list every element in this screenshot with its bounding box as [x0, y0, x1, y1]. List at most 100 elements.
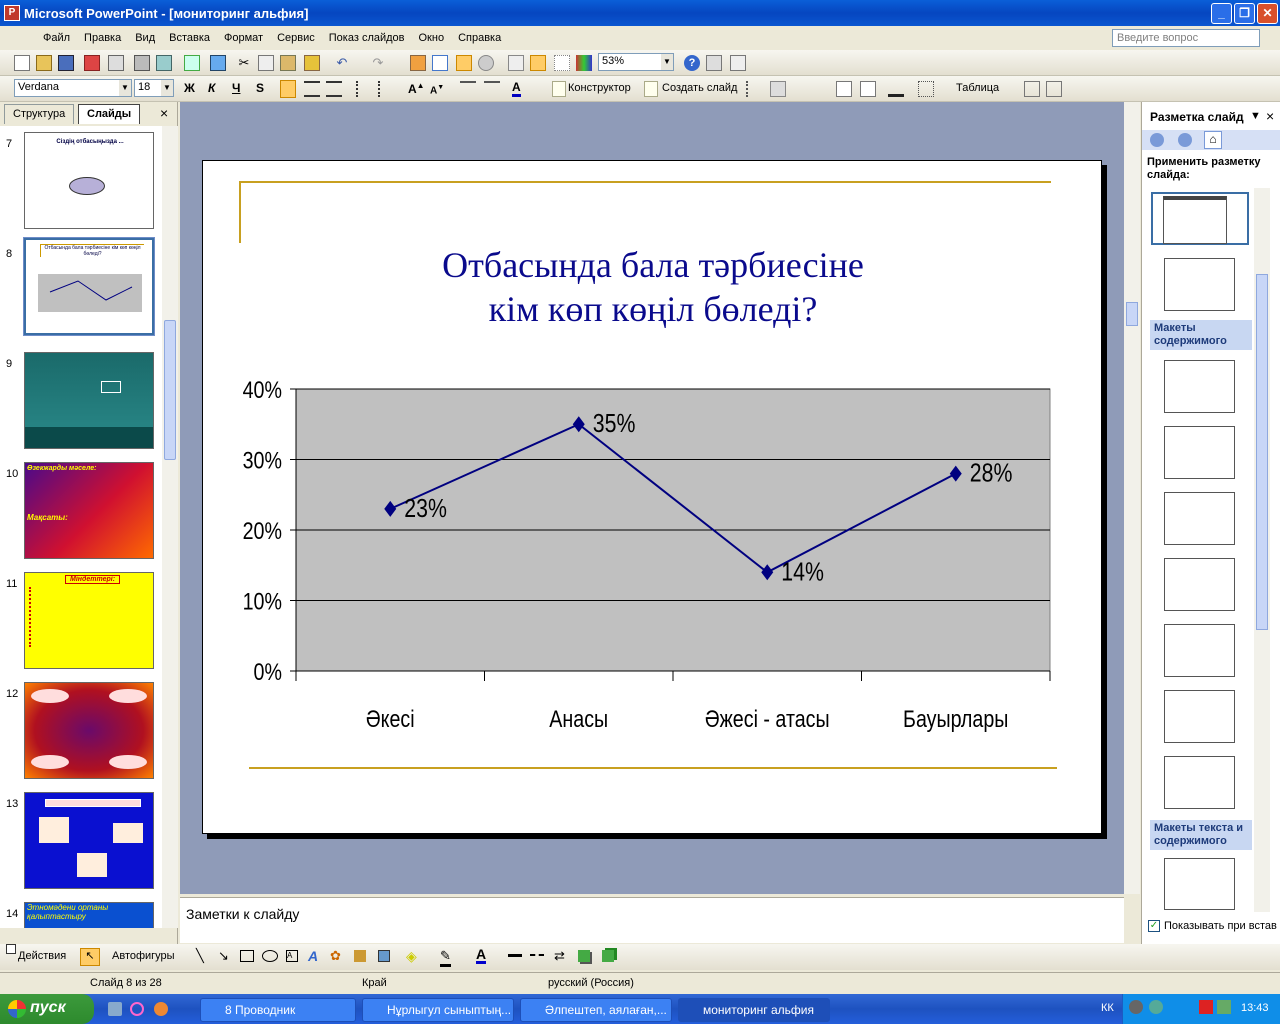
- scrollbar-thumb[interactable]: [164, 320, 176, 460]
- menu-edit[interactable]: Правка: [77, 32, 128, 44]
- tray-antivirus-icon[interactable]: [1199, 1000, 1213, 1014]
- scrollbar-thumb[interactable]: [1126, 302, 1138, 326]
- bold-button[interactable]: Ж: [184, 81, 195, 95]
- slides-pane-scrollbar[interactable]: [162, 126, 178, 928]
- decrease-font-icon[interactable]: A▼: [430, 84, 444, 96]
- quicklaunch-firefox-icon[interactable]: [154, 1002, 168, 1016]
- diagram-icon[interactable]: ✿: [330, 948, 341, 964]
- line-style-icon[interactable]: [508, 954, 522, 957]
- line-color-icon[interactable]: ✎: [440, 948, 451, 967]
- align-center-icon[interactable]: [304, 81, 320, 97]
- shadow-button[interactable]: S: [256, 81, 264, 95]
- slide-thumbnail-10[interactable]: Өзекжарды мәселе: Мақсаты:: [24, 462, 154, 559]
- textbox-icon[interactable]: A: [286, 950, 298, 962]
- layout-two-column-text[interactable]: [1164, 258, 1235, 311]
- tray-app-icon[interactable]: [1217, 1000, 1231, 1014]
- zoom-select[interactable]: 53% ▼: [598, 53, 674, 71]
- shadow-style-icon[interactable]: [578, 950, 590, 962]
- taskbar-word-doc-2[interactable]: Әлпештеп, аялаған,...: [520, 998, 672, 1022]
- expand-all-icon[interactable]: [508, 55, 524, 71]
- menu-view[interactable]: Вид: [128, 32, 162, 44]
- open-folder-icon[interactable]: [36, 55, 52, 71]
- email-icon[interactable]: [108, 55, 124, 71]
- task-pane-close-icon[interactable]: ×: [1266, 108, 1274, 124]
- menu-help[interactable]: Справка: [451, 32, 508, 44]
- align-left-icon[interactable]: [280, 80, 296, 98]
- quicklaunch-opera-icon[interactable]: [130, 1002, 144, 1016]
- tables-borders-icon[interactable]: [456, 55, 472, 71]
- language-indicator[interactable]: КК: [1101, 1002, 1114, 1014]
- layout-four-content[interactable]: [1164, 690, 1235, 743]
- task-pane-menu-icon[interactable]: ▼: [1250, 110, 1261, 122]
- fill-color-icon[interactable]: ◈: [406, 948, 417, 965]
- menu-tools[interactable]: Сервис: [270, 32, 322, 44]
- taskbar-word-doc-1[interactable]: Нұрлыгул сыныптың...: [362, 998, 514, 1022]
- layout-text-content[interactable]: [1164, 858, 1235, 910]
- clipart-icon[interactable]: [354, 950, 366, 962]
- text-color-icon[interactable]: A: [476, 947, 487, 964]
- arrow-style-icon[interactable]: ⇄: [554, 948, 565, 964]
- insert-hyperlink-icon[interactable]: [478, 55, 494, 71]
- align-right-icon[interactable]: [326, 81, 342, 97]
- picture-icon[interactable]: [378, 950, 390, 962]
- quicklaunch-desktop-icon[interactable]: [108, 1002, 122, 1016]
- show-on-insert-checkbox[interactable]: ✓: [1148, 920, 1160, 932]
- autoshapes-menu[interactable]: Автофигуры: [112, 950, 175, 962]
- decrease-indent-icon[interactable]: [460, 81, 476, 97]
- layout-two-content[interactable]: [1164, 558, 1235, 611]
- font-color-icon[interactable]: A: [512, 81, 521, 97]
- insert-cols-icon[interactable]: [1046, 81, 1062, 97]
- close-button[interactable]: ✕: [1257, 3, 1278, 24]
- arrow-tool-icon[interactable]: ↘: [218, 948, 229, 964]
- slide-thumbnail-8-selected[interactable]: Отбасында бала тәрбиесіне кім көп көңіл …: [23, 237, 155, 336]
- insert-chart-icon[interactable]: [410, 55, 426, 71]
- slide-thumbnail-13[interactable]: [24, 792, 154, 889]
- actions-menu[interactable]: Действия: [18, 950, 66, 962]
- review-icon[interactable]: [860, 81, 876, 97]
- font-name-select[interactable]: Verdana ▼: [14, 79, 132, 97]
- format-painter-icon[interactable]: [304, 55, 320, 71]
- italic-button[interactable]: К: [208, 81, 215, 95]
- back-icon[interactable]: [1150, 133, 1164, 147]
- zoom-icon[interactable]: [706, 55, 722, 71]
- pen-icon[interactable]: [888, 81, 904, 97]
- borders-icon[interactable]: [918, 81, 934, 97]
- save-icon[interactable]: [58, 55, 74, 71]
- tab-slides[interactable]: Слайды: [78, 104, 141, 124]
- cut-icon[interactable]: ✂: [236, 55, 252, 71]
- task-pane-title[interactable]: Разметка слайд: [1150, 110, 1244, 124]
- scrollbar-thumb[interactable]: [1256, 274, 1268, 630]
- select-pointer-icon[interactable]: ↖: [80, 948, 100, 966]
- close-pane-icon[interactable]: ×: [160, 105, 168, 121]
- menu-format[interactable]: Формат: [217, 32, 270, 44]
- research-icon[interactable]: [210, 55, 226, 71]
- layout-content-over-two[interactable]: [1164, 624, 1235, 677]
- wordart-icon[interactable]: A: [308, 948, 318, 964]
- slide-thumbnail-14[interactable]: Этномәдени ортаны қалыптастыру: [24, 902, 154, 928]
- tray-volume-icon[interactable]: [1129, 1000, 1143, 1014]
- spelling-icon[interactable]: [184, 55, 200, 71]
- minimize-button[interactable]: _: [1211, 3, 1232, 24]
- layout-content[interactable]: [1164, 426, 1235, 479]
- show-grid-icon[interactable]: [554, 55, 570, 71]
- underline-button[interactable]: Ч: [232, 81, 240, 95]
- paste-icon[interactable]: [280, 55, 296, 71]
- line-chart[interactable]: 0% 10% 20% 30% 40% Әкесі Анасы Әжесі - атасы Бау…: [203, 161, 1103, 761]
- maximize-button[interactable]: ❐: [1234, 3, 1255, 24]
- forward-icon[interactable]: [1178, 133, 1192, 147]
- line-tool-icon[interactable]: ╲: [196, 948, 204, 964]
- slide-vertical-scrollbar[interactable]: [1124, 102, 1140, 894]
- tray-network-icon[interactable]: [1149, 1000, 1163, 1014]
- help-icon[interactable]: ?: [684, 55, 700, 71]
- home-icon[interactable]: ⌂: [1204, 131, 1222, 149]
- insert-table-icon[interactable]: [432, 55, 448, 71]
- copy-icon[interactable]: [258, 55, 274, 71]
- slide-thumbnail-9[interactable]: [24, 352, 154, 449]
- menu-slideshow[interactable]: Показ слайдов: [322, 32, 412, 44]
- new-slide-icon[interactable]: [730, 55, 746, 71]
- layout-title-four-content[interactable]: [1164, 756, 1235, 809]
- new-file-icon[interactable]: [14, 55, 30, 71]
- powerpoint-app-icon[interactable]: P: [4, 5, 20, 21]
- slide-thumbnail-11[interactable]: Міндеттері:: [24, 572, 154, 669]
- font-size-select[interactable]: 18 ▼: [134, 79, 174, 97]
